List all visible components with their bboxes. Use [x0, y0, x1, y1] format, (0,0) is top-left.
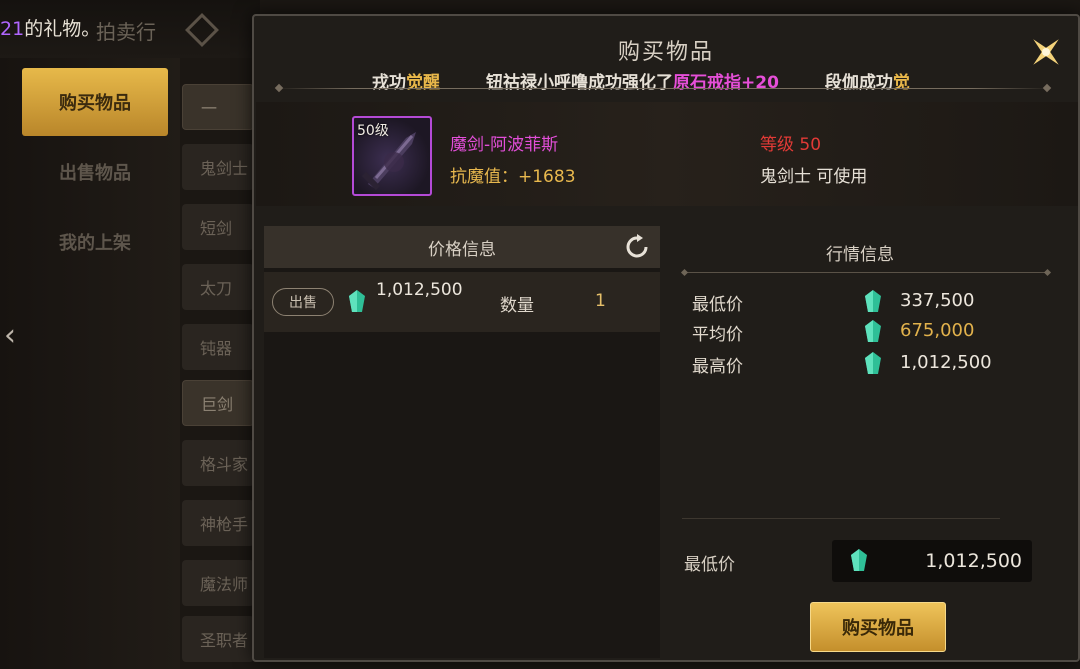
sell-tag: 出售 [272, 288, 334, 316]
market-value-avg: 675,000 [900, 320, 975, 341]
buy-item-dialog: 购买物品 戎功觉醒 钮祜禄小呼噜成功强化了原石戒指 +20 段伽成功觉 50级 魔剑… [252, 14, 1080, 662]
min-price-box: 1,012,500 [832, 540, 1032, 582]
category-item[interactable]: 魔法师 [182, 560, 254, 606]
footer-divider [682, 518, 1000, 519]
market-info-header: 行情信息 [826, 245, 894, 265]
market-label-avg: 平均价 [692, 325, 743, 345]
category-item-selected[interactable]: 巨剑 [182, 380, 254, 426]
gem-currency-icon [851, 549, 867, 571]
market-value-min: 337,500 [900, 290, 975, 311]
gem-currency-icon [349, 290, 365, 312]
marquee-item: 原石戒指 [673, 73, 741, 93]
category-collapse[interactable]: 一 [182, 84, 254, 130]
marquee-level: +20 [741, 73, 779, 93]
market-label-min: 最低价 [692, 295, 743, 315]
item-level-badge: 50级 [357, 123, 389, 139]
category-item[interactable]: 神枪手 [182, 500, 254, 546]
marquee-text: 戎功 [372, 73, 406, 93]
sidebar-item-buy[interactable]: 购买物品 [22, 68, 168, 136]
quantity-label: 数量 [500, 296, 534, 316]
market-label-max: 最高价 [692, 357, 743, 377]
gem-currency-icon [865, 320, 881, 342]
category-item[interactable]: 钝器 [182, 324, 254, 370]
close-icon [1033, 39, 1059, 65]
announcement-marquee: 戎功觉醒 钮祜禄小呼噜成功强化了原石戒指 +20 段伽成功觉 [372, 68, 976, 94]
dialog-title: 购买物品 [617, 40, 714, 65]
refresh-icon [626, 234, 648, 258]
category-item[interactable]: 格斗家 [182, 440, 254, 486]
listing-price: 1,012,500 [376, 280, 463, 300]
marquee-text: 段伽成功 [824, 73, 893, 93]
market-value-max: 1,012,500 [900, 352, 992, 373]
item-required-level: 等级 50 [760, 135, 822, 155]
item-name: 魔剑-阿波菲斯 [450, 135, 559, 155]
ticker-message: 的礼物。 [24, 18, 101, 40]
item-usable-class: 鬼剑士 可使用 [760, 167, 868, 187]
marquee-highlight: 觉醒 [406, 73, 440, 93]
sidebar-item-my-listings[interactable]: 我的上架 [22, 208, 168, 276]
gem-currency-icon [865, 352, 881, 374]
listing-row[interactable]: 出售 1,012,500 数量 1 [264, 272, 660, 332]
min-price-value: 1,012,500 [925, 550, 1022, 572]
market-divider [682, 272, 1050, 273]
category-item[interactable]: 短剑 [182, 204, 254, 250]
title-divider [276, 88, 1050, 89]
quantity-value: 1 [595, 291, 606, 311]
min-price-label: 最低价 [684, 555, 735, 575]
chevron-left-icon[interactable]: ‹ [4, 318, 16, 353]
category-item[interactable]: 太刀 [182, 264, 254, 310]
refresh-button[interactable] [624, 234, 650, 260]
item-stat: 抗魔值：+1683 [450, 167, 576, 187]
ticker-text: 21的礼物。 [0, 14, 100, 41]
category-item[interactable]: 圣职者 [182, 616, 254, 662]
gem-currency-icon [865, 290, 881, 312]
price-info-panel: 价格信息 出售 1,012,500 数量 1 [264, 226, 660, 658]
close-button[interactable] [1024, 30, 1068, 74]
buy-item-button[interactable]: 购买物品 [810, 602, 946, 652]
sidebar-item-sell[interactable]: 出售物品 [22, 138, 168, 206]
ticker-number: 21 [0, 18, 25, 40]
marquee-text: 钮祜禄小呼噜成功强化了 [486, 73, 673, 93]
category-item[interactable]: 鬼剑士 [182, 144, 254, 190]
marquee-highlight: 觉 [892, 73, 910, 93]
auction-house-label: 拍卖行 [96, 20, 156, 44]
price-info-header: 价格信息 [264, 226, 660, 268]
item-icon[interactable]: 50级 [352, 116, 432, 196]
